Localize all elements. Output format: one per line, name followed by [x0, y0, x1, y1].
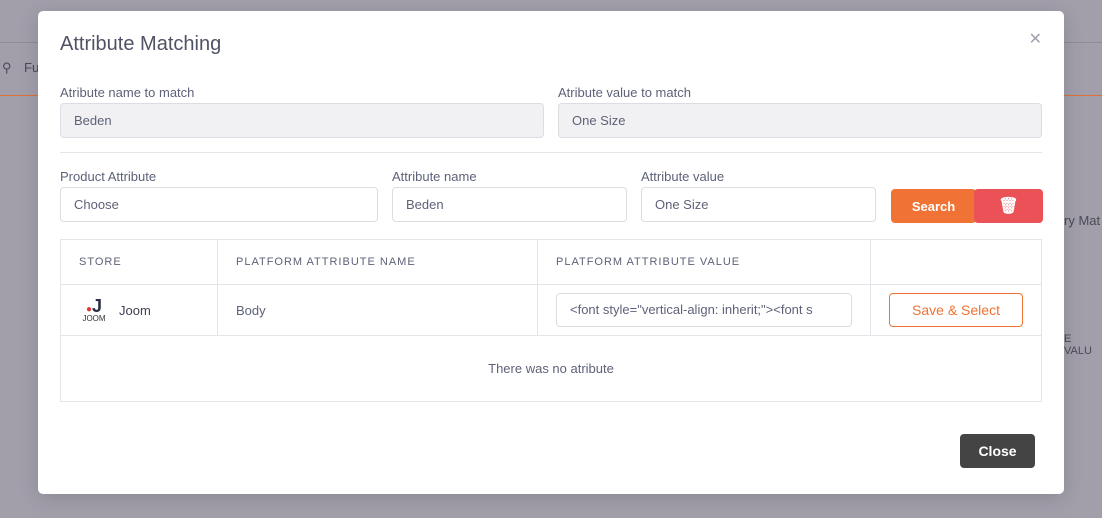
attribute-matching-modal: Attribute Matching ✕ Atribute name to ma…	[38, 11, 1064, 494]
attribute-table: STORE PLATFORM ATTRIBUTE NAME PLATFORM A…	[60, 239, 1042, 402]
close-x-icon[interactable]: ✕	[1029, 29, 1042, 49]
platform-attribute-name: Body	[217, 284, 538, 336]
bg-text: Fu	[24, 60, 40, 75]
platform-attribute-value-input[interactable]: <font style="vertical-align: inherit;"><…	[556, 293, 852, 327]
save-select-button[interactable]: Save & Select	[889, 293, 1023, 327]
trash-icon: 🗑	[998, 198, 1019, 215]
header-action	[870, 239, 1042, 285]
joom-logo: ●J JOOM	[82, 296, 106, 323]
empty-message: There was no atribute	[60, 335, 1042, 402]
search-button[interactable]: Search	[891, 189, 976, 223]
modal-title: Attribute Matching	[60, 33, 222, 55]
bg-pin-icon: ⚲	[2, 60, 12, 75]
header-value: PLATFORM ATTRIBUTE VALUE	[537, 239, 871, 285]
header-store: STORE	[60, 239, 218, 285]
attribute-value-input[interactable]: One Size	[641, 187, 876, 222]
bg-text: E VALU	[1064, 333, 1092, 357]
product-attribute-select[interactable]: Choose	[60, 187, 378, 222]
attribute-name-input[interactable]: Beden	[392, 187, 627, 222]
delete-button[interactable]: 🗑	[974, 189, 1043, 223]
attribute-value-label: Attribute value	[641, 169, 725, 184]
bg-text: ry Mat	[1064, 213, 1101, 228]
divider	[60, 152, 1042, 153]
header-name: PLATFORM ATTRIBUTE NAME	[217, 239, 538, 285]
attribute-name-label: Attribute name	[392, 169, 477, 184]
match-name-label: Atribute name to match	[60, 85, 195, 100]
match-value-label: Atribute value to match	[558, 85, 691, 100]
match-name-field: Beden	[60, 103, 544, 138]
table-row: ●J JOOM Joom Body <font style="vertical-…	[60, 284, 1042, 336]
store-name: Joom	[119, 302, 151, 318]
product-attribute-label: Product Attribute	[60, 169, 157, 184]
match-value-field: One Size	[558, 103, 1042, 138]
close-button[interactable]: Close	[960, 434, 1035, 468]
